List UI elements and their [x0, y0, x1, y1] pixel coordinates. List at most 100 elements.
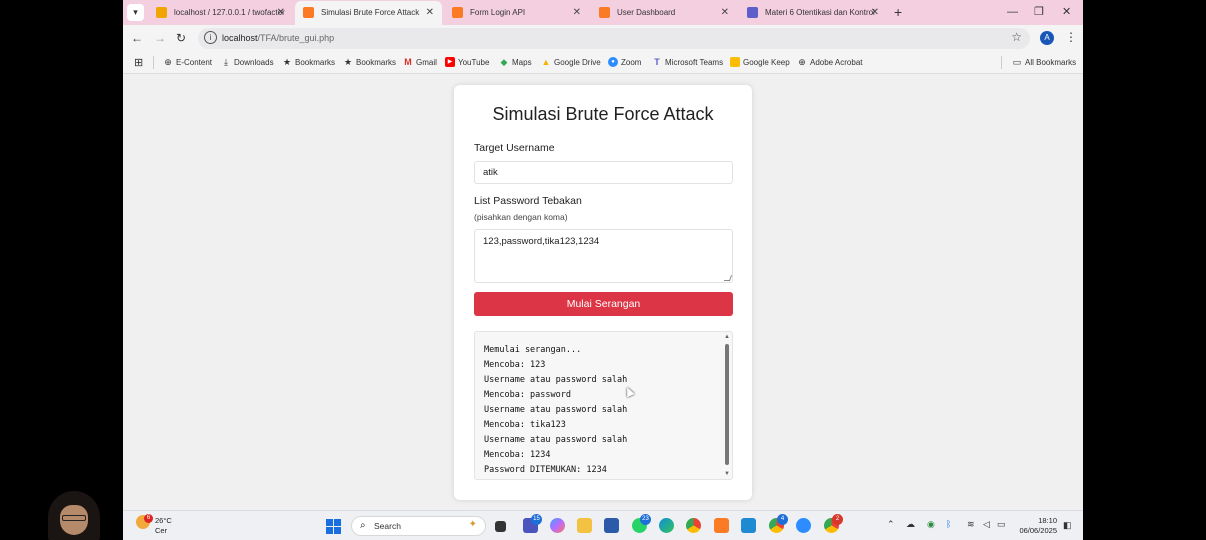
scroll-thumb[interactable] [725, 344, 729, 465]
password-list-textarea[interactable]: 123,password,tika123,1234 [474, 229, 733, 283]
vscode-icon[interactable] [741, 518, 756, 533]
apps-grid-icon[interactable]: ⊞ [134, 56, 143, 69]
tab-form-login[interactable]: Form Login API ✕ [444, 2, 589, 23]
bookmark-google-drive[interactable]: ▲ Google Drive [541, 52, 601, 73]
bookmark-zoom[interactable]: ● Zoom [608, 52, 641, 73]
bookmark-downloads[interactable]: ⤓ Downloads [221, 52, 274, 73]
zoom-icon: ● [608, 57, 618, 67]
close-icon[interactable]: ✕ [573, 2, 581, 23]
resize-handle[interactable] [723, 275, 733, 281]
scroll-down-icon[interactable]: ▼ [724, 471, 730, 477]
toolbar: ← → ↻ i localhost/TFA/brute_gui.php ☆ A … [123, 25, 1083, 52]
battery-icon[interactable]: ▭ [997, 519, 1006, 530]
bookmark-adobe-acrobat[interactable]: ⊕ Adobe Acrobat [797, 52, 862, 73]
taskbar: 6 26°C Cer ⌕ Search ✦ 15 23 4 2 ⌃ ☁ ◉ ᛒ … [123, 510, 1083, 540]
minimize-icon[interactable]: — [1007, 4, 1018, 20]
chrome-badge: 2 [832, 514, 843, 525]
tab-search-button[interactable]: ▾ [127, 4, 144, 21]
bookmark-bookmarks-1[interactable]: ★ Bookmarks [282, 52, 335, 73]
tab-user-dashboard[interactable]: User Dashboard ✕ [591, 2, 737, 23]
star-icon: ★ [343, 57, 353, 67]
menu-icon[interactable]: ⋮ [1065, 30, 1077, 44]
bookmark-google-keep[interactable]: Google Keep [730, 52, 790, 73]
close-icon[interactable]: ✕ [871, 2, 879, 23]
bookmark-maps[interactable]: ◆ Maps [499, 52, 532, 73]
log-lines: Memulai serangan... Mencoba: 123 Username … [484, 343, 627, 478]
gmail-icon: M [404, 57, 412, 67]
log-scrollbar[interactable]: ▲ ▼ [722, 332, 731, 479]
security-icon[interactable]: ◉ [927, 519, 935, 530]
download-icon: ⤓ [224, 57, 228, 67]
bookmark-bookmarks-2[interactable]: ★ Bookmarks [343, 52, 396, 73]
log-line: Password DITEMUKAN: 1234 [484, 465, 607, 475]
tab-phpmyadmin[interactable]: localhost / 127.0.0.1 / twofactor ✕ [148, 2, 293, 23]
copilot-icon[interactable] [550, 518, 565, 533]
site-info-icon[interactable]: i [204, 31, 217, 44]
clock-date: 06/06/2025 [1019, 526, 1057, 535]
bookmark-label: Adobe Acrobat [810, 58, 863, 67]
username-input[interactable]: atik [474, 161, 733, 184]
tab-label: User Dashboard [617, 8, 676, 17]
bookmark-e-content[interactable]: ⊕ E-Content [163, 52, 212, 73]
chevron-up-icon[interactable]: ⌃ [887, 519, 895, 530]
bookmark-star-icon[interactable]: ☆ [1011, 30, 1022, 44]
notification-icon[interactable]: ◧ [1063, 520, 1072, 531]
attack-log[interactable]: Memulai serangan... Mencoba: 123 Username … [474, 331, 733, 480]
chrome-icon[interactable] [686, 518, 701, 533]
volume-icon[interactable]: ◁ [983, 519, 990, 530]
bookmarks-bar: ⊞ ⊕ E-Content ⤓ Downloads ★ Bookmarks ★ Book… [123, 52, 1083, 74]
forward-icon[interactable]: → [154, 30, 166, 46]
bookmark-youtube[interactable]: ▶ YouTube [445, 52, 489, 73]
edge-icon[interactable] [659, 518, 674, 533]
webcam-overlay [44, 491, 104, 540]
tab-materi[interactable]: Materi 6 Otentikasi dan Kontrol ✕ [739, 2, 887, 23]
tab-brute-force[interactable]: Simulasi Brute Force Attack ✕ [295, 1, 442, 25]
back-icon[interactable]: ← [131, 30, 143, 46]
bookmark-label: Google Keep [743, 58, 790, 67]
log-line: Mencoba: password [484, 390, 571, 400]
browser-window: ▾ localhost / 127.0.0.1 / twofactor ✕ Si… [123, 0, 1083, 540]
task-view-icon[interactable] [495, 521, 506, 532]
tab-label: localhost / 127.0.0.1 / twofactor [174, 8, 285, 17]
username-label: Target Username [474, 142, 555, 154]
close-icon[interactable]: ✕ [721, 2, 729, 23]
reload-icon[interactable]: ↻ [176, 30, 186, 46]
address-bar[interactable]: i localhost/TFA/brute_gui.php ☆ [198, 28, 1030, 49]
xampp-icon[interactable] [714, 518, 729, 533]
windows-start-icon[interactable] [326, 519, 341, 534]
log-line: Username atau password salah [484, 405, 628, 415]
profile-avatar[interactable]: A [1040, 31, 1054, 45]
acrobat-icon: ⊕ [798, 57, 806, 67]
bookmark-gmail[interactable]: M Gmail [403, 52, 437, 73]
xampp-icon [303, 7, 314, 18]
new-tab-button[interactable]: + [894, 3, 902, 21]
start-attack-button[interactable]: Mulai Serangan [474, 292, 733, 316]
tab-label: Materi 6 Otentikasi dan Kontrol [765, 8, 875, 17]
whatsapp-badge: 23 [640, 514, 651, 525]
bluetooth-icon[interactable]: ᛒ [946, 519, 951, 529]
log-line: Mencoba: 1234 [484, 450, 551, 460]
file-explorer-icon[interactable] [577, 518, 592, 533]
taskbar-search[interactable]: ⌕ Search ✦ [351, 516, 486, 536]
url-host: localhost [222, 33, 258, 43]
bookmark-label: Google Drive [554, 58, 601, 67]
chrome-badge: 4 [777, 514, 788, 525]
bookmark-microsoft-teams[interactable]: T Microsoft Teams [652, 52, 723, 73]
url-text[interactable]: localhost/TFA/brute_gui.php [222, 28, 334, 49]
log-line: Username atau password salah [484, 375, 628, 385]
zoom-icon[interactable] [796, 518, 811, 533]
close-window-icon[interactable]: ✕ [1062, 4, 1071, 20]
clock[interactable]: 18:10 06/06/2025 [1017, 516, 1057, 536]
copilot-sparkle-icon: ✦ [468, 519, 477, 530]
phpmyadmin-icon [156, 7, 167, 18]
all-bookmarks[interactable]: ▭ All Bookmarks [1012, 52, 1076, 73]
tab-strip: ▾ localhost / 127.0.0.1 / twofactor ✕ Si… [123, 0, 1083, 25]
youtube-icon: ▶ [445, 57, 455, 67]
store-icon[interactable] [604, 518, 619, 533]
close-icon[interactable]: ✕ [426, 1, 434, 24]
cloud-icon[interactable]: ☁ [906, 519, 915, 530]
restore-icon[interactable]: ❐ [1034, 4, 1044, 20]
scroll-up-icon[interactable]: ▲ [724, 334, 730, 340]
close-icon[interactable]: ✕ [277, 2, 285, 23]
wifi-icon[interactable]: ≋ [967, 519, 975, 530]
